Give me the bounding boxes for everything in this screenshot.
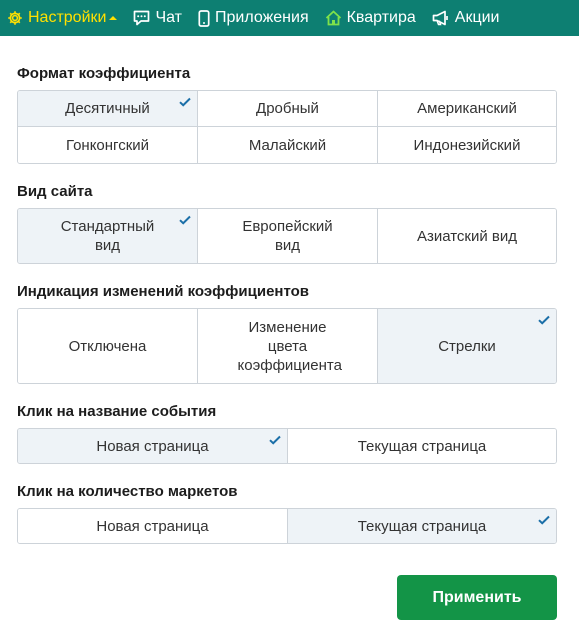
option-label: Дробный — [256, 100, 319, 117]
option-event-current-page[interactable]: Текущая страница — [288, 429, 556, 463]
checkmark-icon — [179, 97, 191, 107]
site-view-group: Стандартный вид Европейский вид Азиатски… — [17, 208, 557, 264]
phone-icon — [198, 9, 210, 27]
nav-apps[interactable]: Приложения — [198, 9, 309, 27]
top-nav-bar: Настройки Чат Приложения Квартира Акции — [0, 0, 579, 36]
settings-panel: Формат коэффициента Десятичный Дробный А… — [17, 64, 557, 562]
option-label: Гонконгский — [65, 136, 150, 154]
event-click-group: Новая страница Текущая страница — [17, 428, 557, 464]
option-label: Изменение цвета коэффициента — [237, 318, 342, 374]
option-disabled[interactable]: Отключена — [18, 309, 198, 383]
option-event-new-page[interactable]: Новая страница — [18, 429, 288, 463]
option-label: Европейский вид — [242, 218, 333, 254]
option-asian-view[interactable]: Азиатский вид — [378, 209, 556, 263]
option-label: Текущая страница — [357, 517, 487, 535]
option-label: Азиатский вид — [416, 227, 518, 245]
option-european-view[interactable]: Европейский вид — [198, 209, 378, 263]
option-label: Новая страница — [96, 517, 209, 535]
option-color-change[interactable]: Изменение цвета коэффициента — [198, 309, 378, 383]
nav-label: Приложения — [215, 9, 309, 26]
chat-icon — [133, 10, 150, 26]
option-hongkong[interactable]: Гонконгский — [18, 127, 198, 163]
option-label: Отключена — [68, 337, 147, 355]
option-label: Индонезийский — [413, 136, 521, 154]
option-decimal[interactable]: Десятичный — [18, 91, 198, 127]
section-title-odds-format: Формат коэффициента — [17, 65, 191, 82]
nav-label: Чат — [155, 9, 182, 26]
option-standard-view[interactable]: Стандартный вид — [18, 209, 198, 263]
option-label: Новая страница — [96, 437, 209, 455]
section-title-markets-click: Клик на количество маркетов — [17, 483, 238, 500]
checkmark-icon — [538, 315, 550, 325]
section-title-odds-change: Индикация изменений коэффициентов — [17, 283, 310, 300]
option-arrows[interactable]: Стрелки — [378, 309, 556, 383]
nav-label: Акции — [454, 9, 500, 26]
checkmark-icon — [538, 515, 550, 525]
option-label: Десятичный — [65, 100, 150, 117]
option-fractional[interactable]: Дробный — [198, 91, 378, 127]
option-indonesian[interactable]: Индонезийский — [378, 127, 556, 163]
checkmark-icon — [179, 215, 191, 225]
section-title-event-click: Клик на название события — [17, 403, 217, 420]
odds-format-group: Десятичный Дробный Американский Гонконгс… — [17, 90, 557, 164]
option-markets-current-page[interactable]: Текущая страница — [288, 509, 556, 543]
markets-click-group: Новая страница Текущая страница — [17, 508, 557, 544]
nav-home[interactable]: Квартира — [325, 9, 416, 27]
caret-up-icon — [109, 16, 118, 20]
option-label: Малайский — [248, 136, 327, 154]
nav-settings[interactable]: Настройки — [7, 9, 118, 27]
option-malay[interactable]: Малайский — [198, 127, 378, 163]
option-label: Стандартный вид — [60, 218, 155, 254]
nav-label: Квартира — [346, 9, 416, 26]
odds-change-group: Отключена Изменение цвета коэффициента С… — [17, 308, 557, 384]
nav-chat[interactable]: Чат — [133, 9, 182, 27]
option-label: Текущая страница — [357, 437, 487, 455]
option-label: Стрелки — [438, 337, 496, 355]
apply-button[interactable]: Применить — [397, 575, 557, 620]
checkmark-icon — [269, 435, 281, 445]
megaphone-icon — [432, 10, 450, 26]
nav-label: Настройки — [28, 9, 107, 26]
nav-promotions[interactable]: Акции — [432, 9, 500, 27]
option-american[interactable]: Американский — [378, 91, 556, 127]
home-icon — [325, 10, 342, 26]
gear-icon — [7, 10, 23, 26]
option-markets-new-page[interactable]: Новая страница — [18, 509, 288, 543]
section-title-site-view: Вид сайта — [17, 183, 93, 200]
option-label: Американский — [417, 100, 517, 117]
